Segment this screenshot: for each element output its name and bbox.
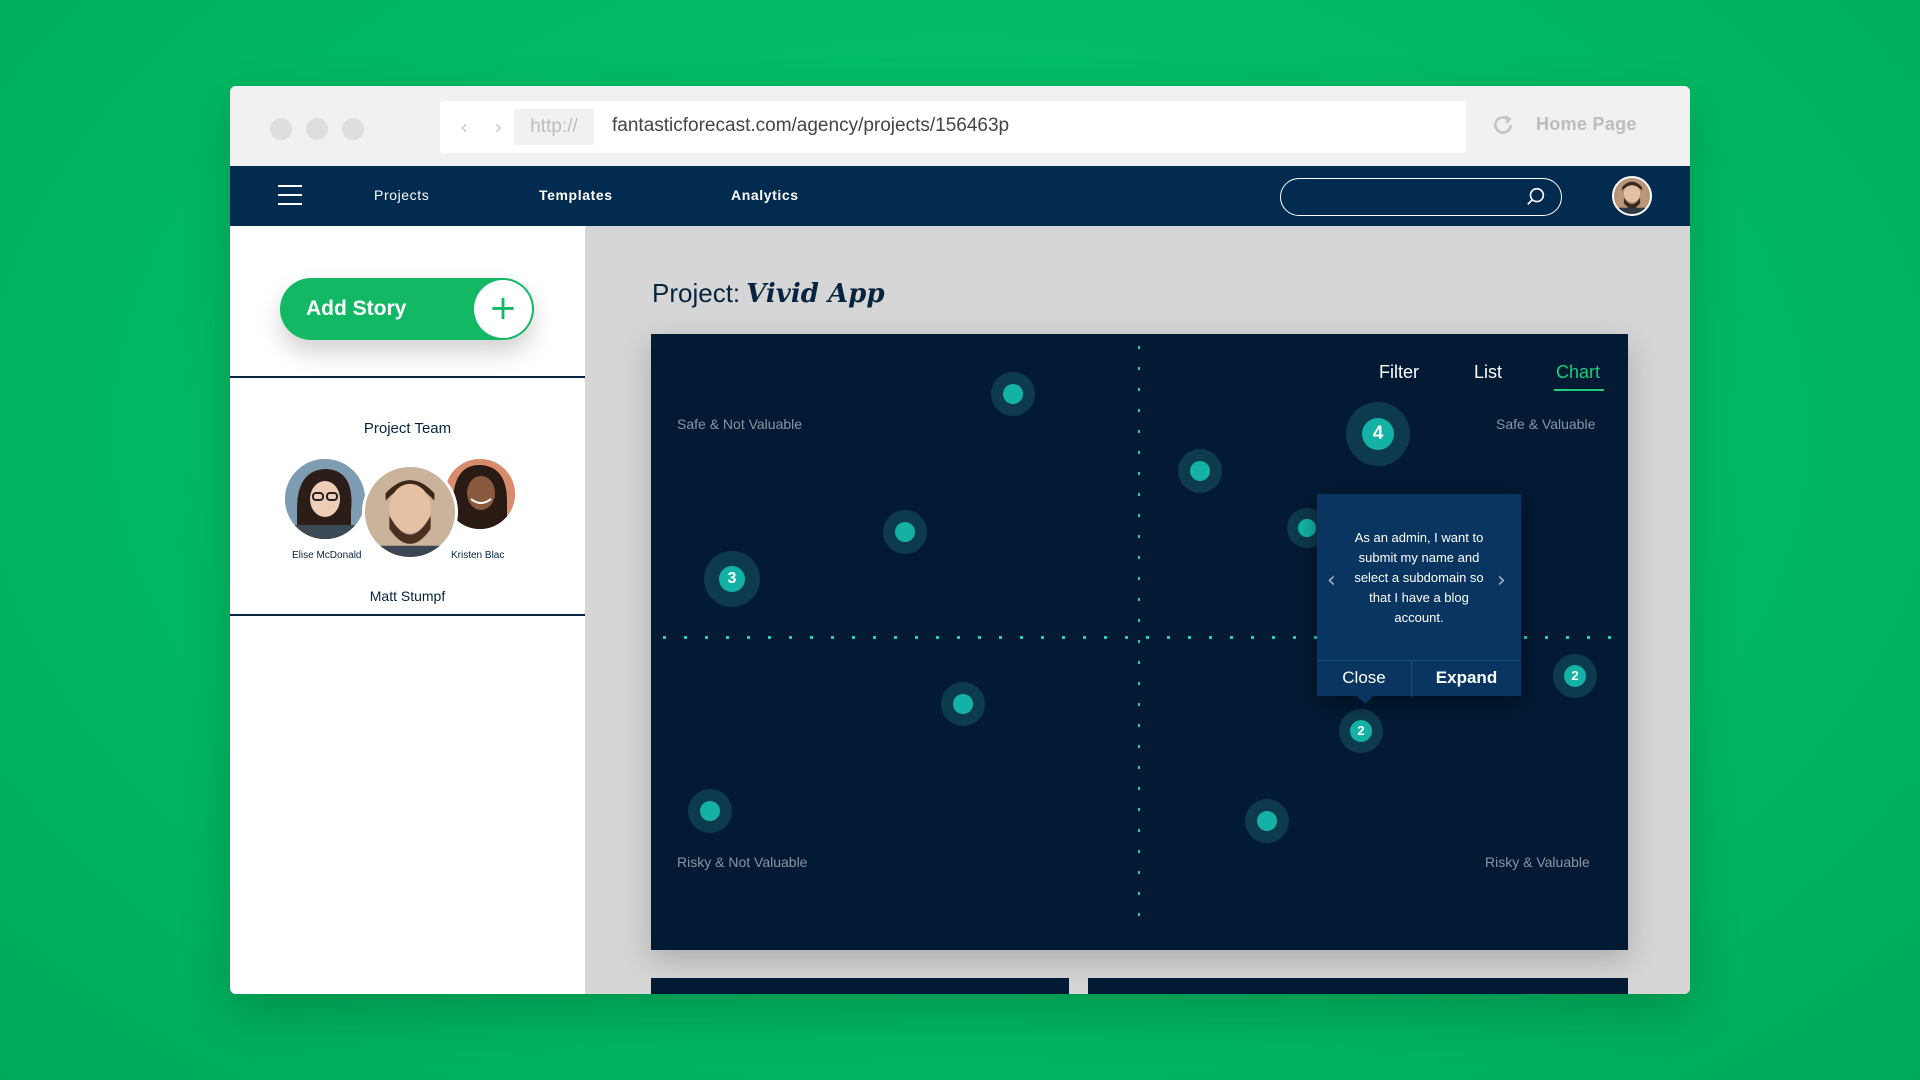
story-text: As an admin, I want to submit my name an… xyxy=(1354,530,1484,625)
page-title-prefix: Project: xyxy=(652,278,741,308)
story-point[interactable]: 2 xyxy=(1339,709,1383,753)
main-content: Project: Vivid App Filter List Chart Safe… xyxy=(585,226,1690,994)
story-point[interactable] xyxy=(883,510,927,554)
nav-item-projects[interactable]: Projects xyxy=(374,187,429,203)
bottom-panel-left xyxy=(651,978,1069,994)
story-chart-panel: Filter List Chart Safe & Not Valuable Sa… xyxy=(651,334,1628,950)
url-text[interactable]: fantasticforecast.com/agency/projects/15… xyxy=(612,115,1009,137)
story-point[interactable] xyxy=(1245,799,1289,843)
quadrant-label-top-right: Safe & Valuable xyxy=(1496,416,1596,432)
popover-tail xyxy=(1357,696,1373,704)
window-maximize-dot[interactable] xyxy=(342,118,364,140)
member-name-elise: Elise McDonald xyxy=(292,550,362,561)
avatar-elise[interactable] xyxy=(285,459,365,539)
home-page-link[interactable]: Home Page xyxy=(1536,114,1637,135)
tab-list[interactable]: List xyxy=(1474,362,1502,383)
story-point[interactable]: 3 xyxy=(704,551,760,607)
nav-item-analytics[interactable]: Analytics xyxy=(731,187,799,203)
member-name-kristen: Kristen Blac xyxy=(451,550,505,561)
story-point[interactable] xyxy=(1178,449,1222,493)
back-forward-icon[interactable]: ‹ › xyxy=(460,115,512,139)
sidebar-divider xyxy=(230,376,585,378)
quadrant-label-bottom-right: Risky & Valuable xyxy=(1485,854,1590,870)
quadrant-label-top-left: Safe & Not Valuable xyxy=(677,416,803,432)
chevron-left-icon[interactable]: ‹ xyxy=(1327,568,1336,593)
search-input[interactable] xyxy=(1280,178,1562,216)
close-button[interactable]: Close xyxy=(1317,661,1411,697)
project-team-title: Project Team xyxy=(363,420,452,437)
story-point[interactable] xyxy=(941,682,985,726)
story-point[interactable] xyxy=(991,372,1035,416)
project-name: Vivid App xyxy=(746,279,885,309)
top-navigation: Projects Templates Analytics xyxy=(230,166,1690,226)
quadrant-label-bottom-left: Risky & Not Valuable xyxy=(677,854,808,870)
tab-filter[interactable]: Filter xyxy=(1379,362,1419,383)
chevron-right-icon[interactable]: › xyxy=(1497,568,1506,593)
story-point[interactable]: 4 xyxy=(1346,402,1410,466)
browser-chrome: ‹ › http:// fantasticforecast.com/agency… xyxy=(230,86,1690,166)
page-title: Project: Vivid App xyxy=(652,278,885,309)
menu-icon[interactable] xyxy=(278,185,302,205)
nav-item-templates[interactable]: Templates xyxy=(539,187,613,203)
member-name-matt: Matt Stumpf xyxy=(369,588,446,604)
search-icon[interactable] xyxy=(1525,186,1547,208)
story-point[interactable] xyxy=(688,789,732,833)
expand-button[interactable]: Expand xyxy=(1412,661,1521,697)
reload-icon[interactable] xyxy=(1490,112,1516,138)
sidebar: Add Story + Project Team Elise McDonald … xyxy=(230,226,585,994)
plus-icon[interactable]: + xyxy=(474,280,532,338)
active-tab-indicator xyxy=(1554,389,1604,391)
tab-chart[interactable]: Chart xyxy=(1556,362,1600,383)
sidebar-divider xyxy=(230,614,585,616)
avatar-matt[interactable] xyxy=(362,464,458,560)
browser-window: ‹ › http:// fantasticforecast.com/agency… xyxy=(230,86,1690,994)
window-close-dot[interactable] xyxy=(270,118,292,140)
window-minimize-dot[interactable] xyxy=(306,118,328,140)
bottom-panel-right xyxy=(1088,978,1628,994)
story-point[interactable]: 2 xyxy=(1553,654,1597,698)
user-avatar[interactable] xyxy=(1612,176,1652,216)
story-popover: ‹ As an admin, I want to submit my name … xyxy=(1317,494,1521,704)
address-bar[interactable]: ‹ › http:// fantasticforecast.com/agency… xyxy=(440,101,1466,153)
add-story-label: Add Story xyxy=(306,297,407,320)
add-story-button[interactable]: Add Story + xyxy=(280,278,534,340)
popover-actions: Close Expand xyxy=(1317,660,1521,697)
url-protocol: http:// xyxy=(514,109,594,145)
